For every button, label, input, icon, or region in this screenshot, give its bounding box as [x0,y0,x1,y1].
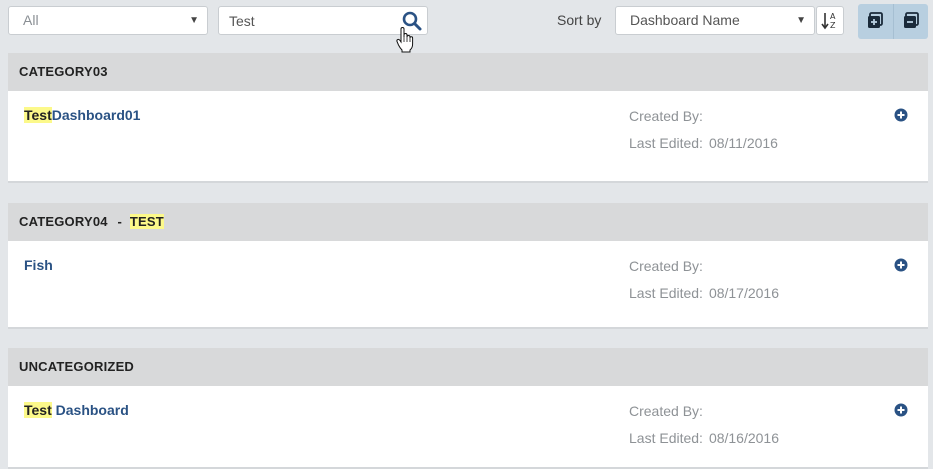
category-title-separator: - [117,214,123,229]
sort-alpha-ascending-icon: A Z [821,12,836,30]
sort-by-value: Dashboard Name [630,12,740,28]
dashboard-row: TestDashboard01 Created By: Last Edited:… [8,91,928,183]
created-by-label: Created By: [629,258,703,274]
search-match-highlight: Test [24,402,52,418]
view-toggle-group [858,4,928,39]
dashboard-link[interactable]: TestDashboard01 [24,107,140,123]
toolbar: All ▼ Sort by Dashboard Name ▼ A Z [0,0,933,53]
dashboard-name-rest: Dashboard01 [51,107,141,123]
sort-by-label: Sort by [557,12,602,28]
category-header[interactable]: CATEGORY04 - TEST [8,203,928,241]
category-section: CATEGORY03 TestDashboard01 Created By: L… [8,53,928,183]
category-title: CATEGORY04 [19,214,108,229]
search-input[interactable] [229,11,399,31]
collapse-all-icon [904,12,919,28]
chevron-down-icon: ▼ [189,15,199,26]
svg-text:Z: Z [830,21,836,30]
last-edited-info: Last Edited: 08/11/2016 [629,135,778,151]
category-title: CATEGORY03 [19,64,108,79]
last-edited-label: Last Edited: [629,285,703,301]
expand-all-button[interactable] [858,4,893,39]
expand-all-icon [868,12,883,28]
last-edited-label: Last Edited: [629,135,703,151]
last-edited-date: 08/17/2016 [708,285,780,301]
last-edited-date: 08/16/2016 [708,430,780,446]
search-match-highlight: Test [24,107,52,123]
plus-circle-icon[interactable] [894,108,908,122]
created-by-label: Created By: [629,403,703,419]
category-filter-value: All [23,12,39,28]
hand-pointer-icon [396,26,414,53]
created-by-label: Created By: [629,108,703,124]
dashboard-link[interactable]: Fish [24,257,53,273]
category-filter-select[interactable]: All ▼ [8,6,208,35]
last-edited-info: Last Edited: 08/16/2016 [629,430,779,446]
svg-text:A: A [830,12,836,21]
sort-direction-button[interactable]: A Z [816,6,844,35]
category-header[interactable]: UNCATEGORIZED [8,348,928,386]
dashboard-row: Test Dashboard Created By: Last Edited: 0… [8,386,928,469]
collapse-all-button[interactable] [893,4,928,39]
last-edited-label: Last Edited: [629,430,703,446]
category-section: UNCATEGORIZED Test Dashboard Created By:… [8,348,928,469]
last-edited-info: Last Edited: 08/17/2016 [629,285,779,301]
last-edited-date: 08/11/2016 [708,135,778,151]
category-header[interactable]: CATEGORY03 [8,53,928,91]
dashboard-row: Fish Created By: Last Edited: 08/17/2016 [8,241,928,329]
plus-circle-icon[interactable] [894,403,908,417]
search-match-highlight: TEST [129,214,164,229]
dashboard-link[interactable]: Test Dashboard [24,402,129,418]
plus-circle-icon[interactable] [894,258,908,272]
chevron-down-icon: ▼ [796,15,806,26]
dashboard-name-rest: Fish [24,257,53,273]
category-section: CATEGORY04 - TEST Fish Created By: Last … [8,203,928,329]
dashboard-name-rest: Dashboard [51,402,129,418]
sort-by-select[interactable]: Dashboard Name ▼ [615,6,815,35]
category-title: UNCATEGORIZED [19,359,135,374]
